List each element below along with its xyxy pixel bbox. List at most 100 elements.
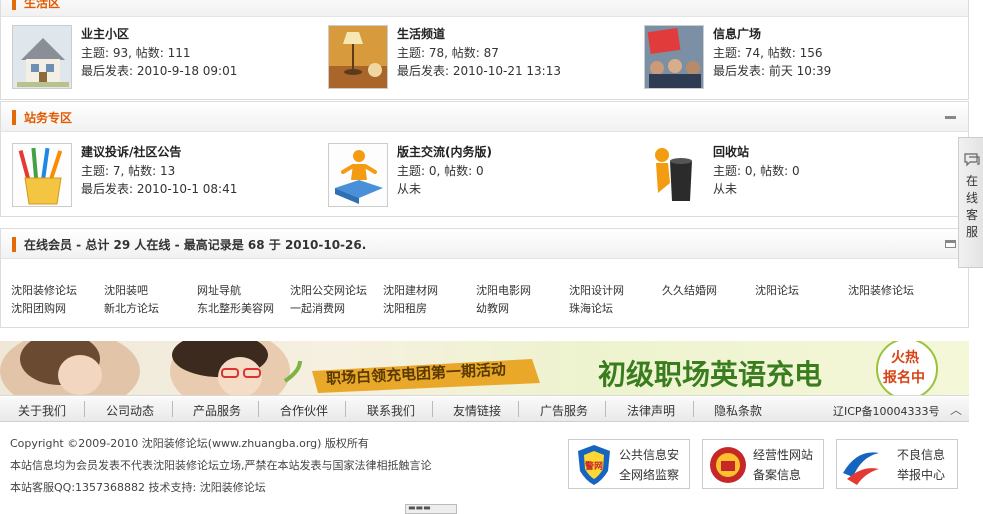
nav-link-contact[interactable]: 联系我们 bbox=[367, 402, 415, 419]
friend-link[interactable]: 珠海论坛 bbox=[569, 300, 613, 316]
crowd-photo-icon[interactable] bbox=[644, 25, 704, 89]
pencil-cup-icon[interactable] bbox=[12, 143, 72, 207]
friend-link[interactable]: 新北方论坛 bbox=[104, 300, 159, 316]
forum-last-post: 从未 bbox=[713, 182, 738, 196]
banner-headline: 初级职场英语充电 bbox=[598, 358, 823, 391]
forum-stats: 主题: 7, 帖数: 13 bbox=[81, 164, 176, 178]
divider bbox=[432, 401, 433, 417]
forum-last-post: 最后发表: 2010-10-21 13:13 bbox=[397, 64, 561, 78]
section-header: 生活区 bbox=[1, 0, 968, 17]
section-station: 站务专区 建议投诉/社区公告 主题: 7, 帖数: 13 最后发表: 2010-… bbox=[0, 101, 969, 217]
nav-link-legal[interactable]: 法律声明 bbox=[627, 402, 675, 419]
forum-stats: 主题: 93, 帖数: 111 bbox=[81, 46, 191, 60]
friend-link[interactable]: 沈阳设计网 bbox=[569, 282, 624, 298]
badge-net-security[interactable]: 警网 公共信息安 全网络监察 bbox=[568, 439, 690, 489]
forum-last-post: 从未 bbox=[397, 182, 422, 196]
forum-item[interactable]: 版主交流(内务版) 主题: 0, 帖数: 0 从未 bbox=[328, 143, 628, 207]
friend-link[interactable]: 幼教网 bbox=[476, 300, 509, 316]
nav-link-privacy[interactable]: 隐私条款 bbox=[714, 402, 762, 419]
forum-item[interactable]: 生活频道 主题: 78, 帖数: 87 最后发表: 2010-10-21 13:… bbox=[328, 25, 628, 89]
section-header: 在线会员 - 总计 29 人在线 - 最高记录是 68 于 2010-10-26… bbox=[1, 229, 968, 259]
forum-name[interactable]: 建议投诉/社区公告 bbox=[81, 143, 181, 160]
forum-stats: 主题: 0, 帖数: 0 bbox=[397, 164, 484, 178]
forum-item[interactable]: 回收站 主题: 0, 帖数: 0 从未 bbox=[644, 143, 944, 207]
icp-number[interactable]: 辽ICP备10004333号 bbox=[833, 403, 940, 419]
badge-line2: 举报中心 bbox=[897, 468, 946, 482]
section-title[interactable]: 生活区 bbox=[24, 0, 60, 11]
divider bbox=[693, 401, 694, 417]
friend-link[interactable]: 东北整形美容网 bbox=[197, 300, 274, 316]
friend-link[interactable]: 久久结婚网 bbox=[662, 282, 717, 298]
online-title: 在线会员 - 总计 29 人在线 - 最高记录是 68 于 2010-10-26… bbox=[24, 238, 367, 252]
forum-last-post: 最后发表: 前天 10:39 bbox=[713, 64, 832, 78]
lamp-icon[interactable] bbox=[328, 25, 388, 89]
badge-line2: 全网络监察 bbox=[619, 468, 680, 482]
emblem-icon bbox=[710, 447, 746, 483]
collapse-icon[interactable] bbox=[945, 116, 956, 119]
badge-icp[interactable]: 经营性网站 备案信息 bbox=[702, 439, 824, 489]
contact-text: 本站客服QQ:1357368882 技术支持: 沈阳装修论坛 bbox=[10, 481, 266, 494]
section-header: 站务专区 bbox=[1, 102, 968, 132]
forum-stats: 主题: 0, 帖数: 0 bbox=[713, 164, 800, 178]
service-label: 在线客服 bbox=[965, 174, 978, 239]
counter-icon: ▬▬▬ bbox=[408, 504, 431, 512]
section-online: 在线会员 - 总计 29 人在线 - 最高记录是 68 于 2010-10-26… bbox=[0, 228, 969, 328]
forum-item[interactable]: 信息广场 主题: 74, 帖数: 156 最后发表: 前天 10:39 bbox=[644, 25, 944, 89]
forum-name[interactable]: 版主交流(内务版) bbox=[397, 143, 492, 160]
nav-link-ads[interactable]: 广告服务 bbox=[540, 402, 588, 419]
forum-item[interactable]: 业主小区 主题: 93, 帖数: 111 最后发表: 2010-9-18 09:… bbox=[12, 25, 312, 89]
friend-link[interactable]: 沈阳团购网 bbox=[11, 300, 66, 316]
divider bbox=[605, 401, 606, 417]
badge-line2: 备案信息 bbox=[753, 468, 802, 482]
friend-link[interactable]: 沈阳论坛 bbox=[755, 282, 799, 298]
nav-link-partners[interactable]: 合作伙伴 bbox=[280, 402, 328, 419]
banner-badge-line1: 火热 bbox=[891, 350, 919, 366]
accent-bar bbox=[12, 0, 16, 10]
accent-bar bbox=[12, 110, 16, 125]
friend-link[interactable]: 沈阳装修论坛 bbox=[11, 282, 77, 298]
badge-line1: 不良信息 bbox=[897, 448, 946, 462]
friend-link[interactable]: 网址导航 bbox=[197, 282, 241, 298]
friend-link[interactable]: 沈阳装修论坛 bbox=[848, 282, 914, 298]
nav-link-about[interactable]: 关于我们 bbox=[18, 402, 66, 419]
section-title[interactable]: 站务专区 bbox=[24, 109, 72, 126]
divider bbox=[345, 401, 346, 417]
forum-stats: 主题: 78, 帖数: 87 bbox=[397, 46, 499, 60]
forum-name[interactable]: 业主小区 bbox=[81, 25, 129, 42]
nav-link-news[interactable]: 公司动态 bbox=[106, 402, 154, 419]
collapse-icon[interactable] bbox=[945, 240, 956, 248]
forum-stats: 主题: 74, 帖数: 156 bbox=[713, 46, 823, 60]
badge-line1: 公共信息安 bbox=[619, 448, 680, 462]
svg-text:警网: 警网 bbox=[585, 460, 603, 472]
forum-item[interactable]: 建议投诉/社区公告 主题: 7, 帖数: 13 最后发表: 2010-10-1 … bbox=[12, 143, 312, 207]
chat-bubble-icon bbox=[964, 153, 980, 167]
disclaimer-text: 本站信息均为会员发表不代表沈阳装修论坛立场,严禁在本站发表与国家法律相抵触言论 bbox=[10, 459, 432, 472]
nav-link-friends[interactable]: 友情链接 bbox=[453, 402, 501, 419]
forum-name[interactable]: 生活频道 bbox=[397, 25, 445, 42]
nav-link-products[interactable]: 产品服务 bbox=[193, 402, 241, 419]
friend-link[interactable]: 沈阳租房 bbox=[383, 300, 427, 316]
house-icon[interactable] bbox=[12, 25, 72, 89]
friend-link[interactable]: 沈阳建材网 bbox=[383, 282, 438, 298]
divider bbox=[258, 401, 259, 417]
friend-link[interactable]: 沈阳公交网论坛 bbox=[290, 282, 367, 298]
section-life: 生活区 业主小区 主题: 93, 帖数: 111 最后发表: 2010-9-18… bbox=[0, 0, 969, 100]
trash-person-icon[interactable] bbox=[644, 143, 704, 207]
forum-name[interactable]: 信息广场 bbox=[713, 25, 761, 42]
friend-link[interactable]: 沈阳电影网 bbox=[476, 282, 531, 298]
forum-name[interactable]: 回收站 bbox=[713, 143, 749, 160]
friend-link[interactable]: 一起消费网 bbox=[290, 300, 345, 316]
puzzle-person-icon[interactable] bbox=[328, 143, 388, 207]
accent-bar bbox=[12, 237, 16, 252]
scroll-top-icon[interactable]: ︿ bbox=[950, 401, 962, 418]
friend-link[interactable]: 沈阳装吧 bbox=[104, 282, 148, 298]
badge-report[interactable]: 不良信息 举报中心 bbox=[836, 439, 958, 489]
copyright-text: Copyright ©2009-2010 沈阳装修论坛(www.zhuangba… bbox=[10, 437, 369, 450]
divider bbox=[518, 401, 519, 417]
divider bbox=[84, 401, 85, 417]
promo-banner[interactable]: 职场白领充电团第一期活动 初级职场英语充电 火热 报名中 bbox=[0, 341, 969, 396]
online-service-tab[interactable]: 在线客服 bbox=[958, 137, 983, 268]
banner-badge-line2: 报名中 bbox=[883, 370, 925, 386]
footer-nav: 关于我们 公司动态 产品服务 合作伙伴 联系我们 友情链接 广告服务 法律声明 … bbox=[0, 397, 969, 422]
counter-widget[interactable]: ▬▬▬ bbox=[405, 504, 457, 514]
